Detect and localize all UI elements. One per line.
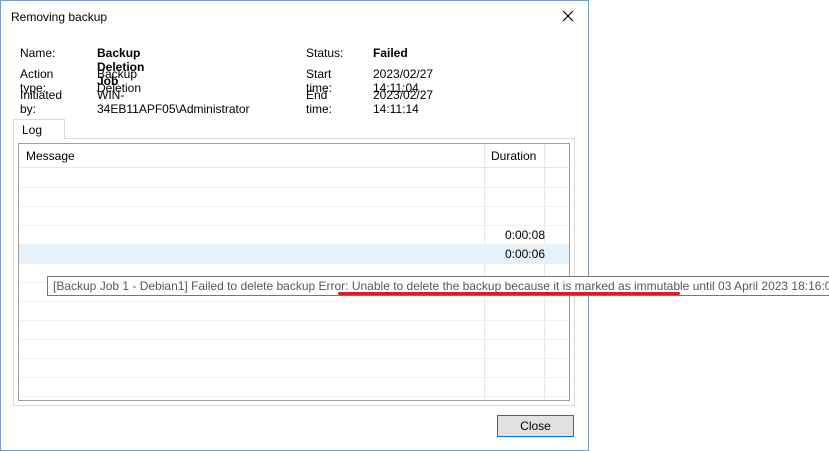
column-header-duration[interactable]: Duration — [491, 149, 536, 163]
end-time-label: End time: — [306, 88, 333, 116]
duration-cell: 0:00:08 — [504, 228, 545, 242]
title-bar: Removing backup — [1, 1, 588, 33]
empty-row — [19, 340, 569, 359]
status-value: Failed — [373, 46, 408, 60]
window-title: Removing backup — [11, 10, 108, 24]
highlight-underline — [338, 292, 680, 295]
table-row[interactable]: Processing backup 1 out of 1 (100% done)… — [19, 226, 569, 245]
empty-row — [19, 302, 569, 321]
close-icon — [562, 10, 574, 22]
table-row[interactable]: Starting backup deletion job — [19, 169, 569, 188]
end-time-value: 2023/02/27 14:11:14 — [373, 88, 434, 116]
log-grid[interactable]: Message Duration Starting backup deletio… — [18, 143, 570, 401]
close-window-button[interactable] — [556, 5, 580, 29]
initiated-by-label: Initiated by: — [20, 88, 63, 116]
name-label: Name: — [20, 46, 56, 60]
table-row[interactable]: Preparing objects for deletion — [19, 188, 569, 207]
initiated-by-value: WIN-34EB11APF05\Administrator — [97, 88, 250, 116]
duration-cell: 0:00:06 — [504, 247, 545, 261]
table-row[interactable]: [Backup Job 1 - Debian1] Failed to delet… — [19, 245, 569, 264]
table-row[interactable]: Building tasks list — [19, 207, 569, 226]
tab-log[interactable]: Log — [13, 119, 65, 139]
status-label: Status: — [306, 46, 344, 60]
close-button[interactable]: Close — [497, 415, 574, 437]
empty-row — [19, 359, 569, 378]
empty-row — [19, 378, 569, 397]
column-header-message[interactable]: Message — [26, 149, 75, 163]
empty-row — [19, 321, 569, 340]
grid-header: Message Duration — [19, 144, 569, 168]
tab-log-label: Log — [22, 123, 43, 137]
